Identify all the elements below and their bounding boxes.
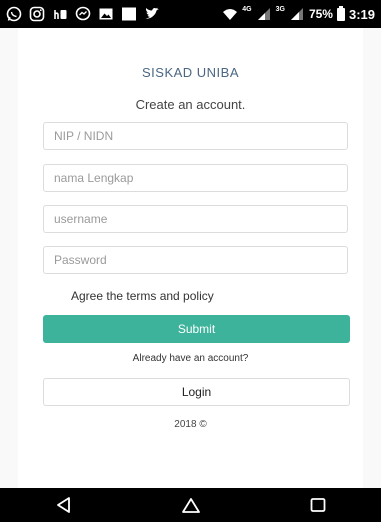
- network-type-3g: 3G: [275, 5, 285, 13]
- home-icon: [181, 498, 200, 513]
- app-title: SISKAD UNIBA: [141, 65, 240, 80]
- messenger-icon: [75, 6, 91, 22]
- system-icons: 4G 3G 75% 3:19: [222, 5, 375, 22]
- submit-button[interactable]: Submit: [43, 315, 350, 343]
- whatsapp-icon: [6, 6, 22, 22]
- home-button[interactable]: [176, 492, 206, 518]
- copyright-text: 2018 ©: [174, 419, 207, 430]
- wifi-icon: [222, 6, 238, 22]
- already-account-text: Already have an account?: [132, 353, 249, 364]
- gallery-icon: [98, 6, 114, 22]
- register-card: SISKAD UNIBA Create an account. Agree th…: [18, 28, 363, 488]
- recent-apps-button[interactable]: [303, 492, 333, 518]
- full-name-input[interactable]: [43, 164, 348, 192]
- back-icon: [56, 497, 70, 513]
- blank-app-icon: [121, 6, 137, 22]
- tiktok-icon: [52, 6, 68, 22]
- navigation-bar: [0, 488, 381, 522]
- password-input[interactable]: [43, 246, 348, 274]
- network-type-4g: 4G: [242, 5, 252, 13]
- username-input[interactable]: [43, 205, 348, 233]
- twitter-icon: [144, 6, 160, 22]
- clock: 3:19: [348, 6, 375, 22]
- battery-percentage: 75%: [308, 7, 333, 21]
- app-screen: SISKAD UNIBA Create an account. Agree th…: [0, 28, 381, 488]
- signal-icon: [289, 6, 305, 22]
- back-button[interactable]: [49, 492, 79, 518]
- recent-apps-icon: [310, 498, 325, 512]
- agree-terms-checkbox[interactable]: Agree the terms and policy: [71, 289, 214, 303]
- battery-icon: [336, 5, 345, 21]
- notification-icons: [6, 6, 160, 22]
- instagram-icon: [29, 6, 45, 22]
- status-bar: 4G 3G 75% 3:19: [0, 0, 381, 28]
- login-button[interactable]: Login: [43, 378, 350, 406]
- nip-input[interactable]: [43, 122, 348, 150]
- page-subtitle: Create an account.: [135, 97, 246, 112]
- signal-icon: [256, 6, 272, 22]
